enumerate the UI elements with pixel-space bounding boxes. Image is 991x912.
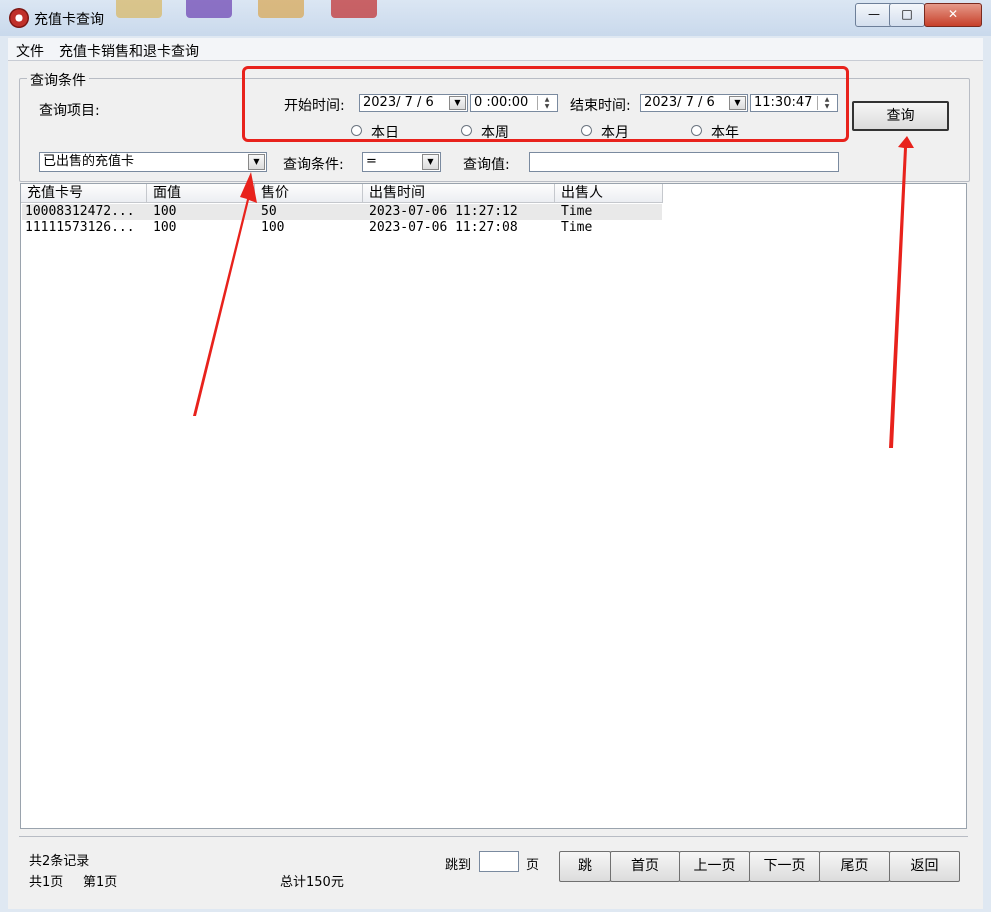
table-cell[interactable]: 100 [153, 204, 176, 220]
table-cell[interactable]: 2023-07-06 11:27:12 [369, 204, 518, 220]
background-app-icon [186, 0, 232, 18]
query-item-dropdown-icon[interactable]: ▼ [248, 154, 265, 170]
column-header-face-value[interactable]: 面值 [147, 184, 255, 203]
jump-page-input[interactable] [479, 851, 519, 872]
table-cell[interactable]: 2023-07-06 11:27:08 [369, 220, 518, 236]
table-cell[interactable]: 10008312472... [25, 204, 135, 220]
record-count: 共2条记录 [29, 854, 90, 869]
table-cell[interactable]: 100 [153, 220, 176, 236]
column-header-sale-time[interactable]: 出售时间 [363, 184, 555, 203]
table-cell[interactable]: 50 [261, 204, 277, 220]
query-item-value: 已出售的充值卡 [43, 154, 135, 169]
column-header-card-number[interactable]: 充值卡号 [21, 184, 147, 203]
jump-button[interactable]: 跳 [559, 851, 611, 882]
prev-page-button[interactable]: 上一页 [679, 851, 750, 882]
value-label: 查询值: [463, 157, 510, 173]
last-page-button[interactable]: 尾页 [819, 851, 890, 882]
return-button[interactable]: 返回 [889, 851, 960, 882]
background-app-icon [116, 0, 162, 18]
page-unit-label: 页 [526, 858, 540, 873]
condition-value: = [366, 154, 377, 169]
background-app-icon [258, 0, 304, 18]
maximize-button[interactable]: □ [889, 3, 925, 27]
menu-file[interactable]: 文件 [16, 41, 44, 61]
query-item-label: 查询项目: [39, 103, 100, 119]
condition-label: 查询条件: [283, 157, 344, 173]
close-button[interactable]: ✕ [924, 3, 982, 27]
menu-card-sales-query[interactable]: 充值卡销售和退卡查询 [59, 41, 199, 61]
table-cell[interactable]: Time [561, 220, 592, 236]
minimize-button[interactable]: — [855, 3, 893, 27]
annotation-highlight-box [242, 66, 849, 142]
value-input[interactable] [529, 152, 839, 172]
first-page-button[interactable]: 首页 [610, 851, 680, 882]
app-icon [9, 8, 29, 28]
current-page: 第1页 [83, 875, 118, 890]
search-button[interactable]: 查询 [852, 101, 949, 131]
column-header-price[interactable]: 售价 [255, 184, 363, 203]
background-app-icon [331, 0, 377, 18]
query-group-label: 查询条件 [27, 70, 89, 90]
total-amount: 总计150元 [280, 875, 344, 890]
table-cell[interactable]: Time [561, 204, 592, 220]
page-count: 共1页 [29, 875, 64, 890]
table-cell[interactable]: 100 [261, 220, 284, 236]
table-cell[interactable]: 11111573126... [25, 220, 135, 236]
column-header-seller[interactable]: 出售人 [555, 184, 663, 203]
results-table: 充值卡号 面值 售价 出售时间 出售人 10008312472... 100 5… [20, 183, 967, 829]
condition-dropdown-icon[interactable]: ▼ [422, 154, 439, 170]
condition-select[interactable]: = ▼ [362, 152, 441, 172]
window-title: 充值卡查询 [34, 12, 104, 28]
next-page-button[interactable]: 下一页 [749, 851, 820, 882]
jump-label: 跳到 [445, 858, 472, 873]
query-item-select[interactable]: 已出售的充值卡 ▼ [39, 152, 267, 172]
